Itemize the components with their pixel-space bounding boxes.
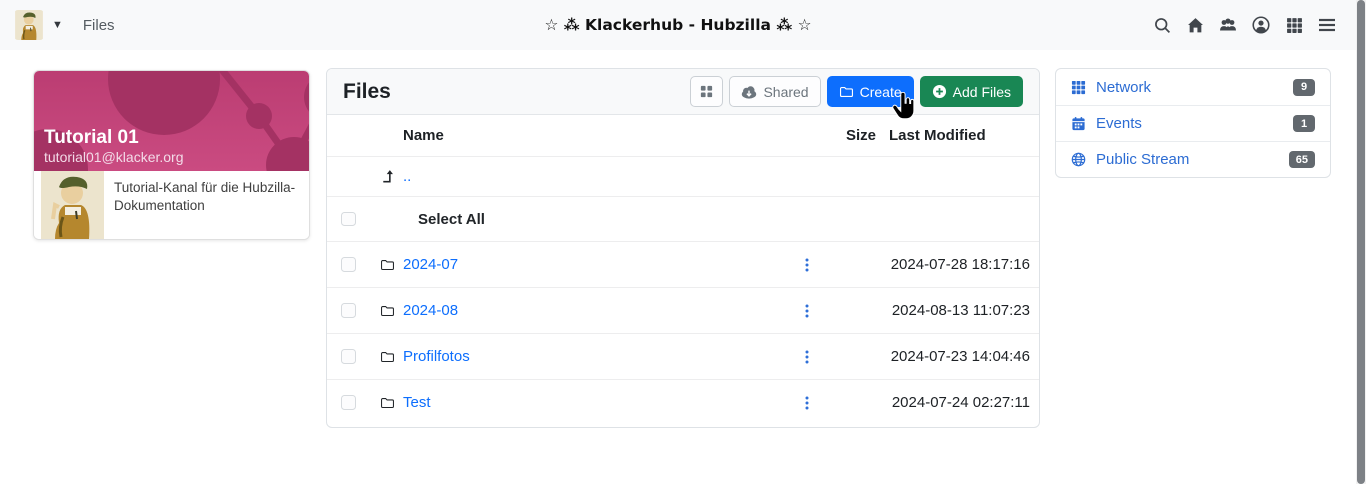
row-menu-icon[interactable] — [794, 258, 820, 272]
shared-button-label: Shared — [763, 83, 809, 100]
table-row: 2024-07 2024-07-28 18:17:16 — [327, 241, 1039, 287]
row-checkbox[interactable] — [341, 303, 356, 318]
scrollbar-thumb[interactable] — [1357, 0, 1365, 484]
row-menu-icon[interactable] — [794, 396, 820, 410]
events-count-badge: 1 — [1293, 115, 1315, 132]
view-toggle-button[interactable] — [690, 76, 724, 107]
sidebar-item-public-stream[interactable]: Public Stream 65 — [1056, 141, 1330, 177]
sidebar-item-label: Network — [1096, 78, 1152, 96]
arrow-up-icon — [380, 169, 403, 184]
add-files-button[interactable]: Add Files — [919, 76, 1023, 107]
activity-widget: Network 9 Events 1 Public Stream 65 — [1055, 68, 1331, 178]
row-checkbox[interactable] — [341, 395, 356, 410]
files-panel: Files Shared Create Add Files Name Size … — [326, 68, 1040, 428]
hamburger-menu-icon[interactable] — [1318, 16, 1336, 34]
row-modified: 2024-07-28 18:17:16 — [890, 256, 1030, 273]
row-menu-icon[interactable] — [794, 304, 820, 318]
page-scrollbar[interactable] — [1356, 0, 1366, 484]
navbar-context-label: Files — [82, 16, 115, 34]
files-panel-header: Files Shared Create Add Files — [327, 69, 1039, 115]
folder-icon — [380, 396, 403, 410]
add-files-button-label: Add Files — [952, 83, 1011, 100]
sidebar-item-label: Events — [1096, 115, 1142, 132]
public-stream-count-badge: 65 — [1288, 151, 1315, 168]
grid-view-icon — [701, 85, 713, 98]
sidebar-item-network[interactable]: Network 9 — [1056, 69, 1330, 105]
search-icon[interactable] — [1153, 16, 1171, 34]
sidebar-item-label: Public Stream — [1096, 151, 1190, 168]
chevron-down-icon[interactable]: ▼ — [52, 19, 63, 31]
folder-icon — [380, 350, 403, 364]
row-modified: 2024-08-13 11:07:23 — [891, 302, 1030, 319]
network-people-icon[interactable] — [1219, 16, 1237, 34]
row-checkbox[interactable] — [341, 257, 356, 272]
row-checkbox[interactable] — [341, 349, 356, 364]
account-person-circle-icon[interactable] — [1252, 16, 1270, 34]
parent-directory-row: .. — [327, 156, 1039, 196]
folder-icon — [839, 86, 853, 97]
top-navbar: ▼ Files ☆ ⁂ Klackerhub - Hubzilla ⁂ ☆ — [0, 0, 1356, 50]
home-icon[interactable] — [1186, 16, 1204, 34]
table-row: Profilfotos 2024-07-23 14:04:46 — [327, 333, 1039, 379]
folder-link[interactable]: 2024-07 — [403, 256, 458, 273]
parent-directory-link[interactable]: .. — [403, 168, 411, 185]
plus-circle-icon — [932, 84, 946, 99]
avatar-image — [15, 10, 43, 40]
globe-icon — [1071, 152, 1087, 168]
channel-address: tutorial01@klacker.org — [44, 149, 184, 165]
folder-link[interactable]: 2024-08 — [403, 302, 458, 319]
channel-profile-photo — [41, 171, 104, 239]
row-menu-icon[interactable] — [794, 350, 820, 364]
shared-button[interactable]: Shared — [729, 76, 821, 107]
column-header-name: Name — [403, 127, 444, 144]
folder-icon — [380, 304, 403, 318]
cloud-download-icon — [742, 85, 757, 99]
create-button-label: Create — [859, 83, 902, 100]
select-all-checkbox[interactable] — [341, 211, 356, 227]
calendar-icon — [1071, 116, 1087, 132]
channel-name: Tutorial 01 — [44, 127, 139, 149]
table-header-row: Name Size Last Modified — [327, 115, 1039, 156]
table-row: 2024-08 2024-08-13 11:07:23 — [327, 287, 1039, 333]
folder-link[interactable]: Test — [403, 394, 431, 411]
select-all-row: Select All — [327, 196, 1039, 241]
sidebar-item-events[interactable]: Events 1 — [1056, 105, 1330, 141]
page: ▼ Files ☆ ⁂ Klackerhub - Hubzilla ⁂ ☆ Tu… — [0, 0, 1366, 484]
channel-card: Tutorial 01 tutorial01@klacker.org Tutor… — [33, 70, 310, 240]
apps-grid-icon[interactable] — [1285, 16, 1303, 34]
select-all-label: Select All — [418, 210, 485, 228]
folder-icon — [380, 258, 403, 272]
channel-description: Tutorial-Kanal für die Hubzilla-Dokument… — [114, 180, 296, 214]
channel-avatar[interactable] — [14, 10, 44, 40]
folder-link[interactable]: Profilfotos — [403, 348, 470, 365]
row-modified: 2024-07-24 02:27:11 — [891, 394, 1030, 411]
table-row: Test 2024-07-24 02:27:11 — [327, 379, 1039, 425]
grid-3x3-icon — [1071, 79, 1087, 95]
column-header-modified: Last Modified — [889, 127, 986, 144]
create-button[interactable]: Create — [826, 76, 914, 107]
page-title: Files — [343, 79, 391, 103]
column-header-size: Size — [845, 127, 876, 144]
channel-banner: Tutorial 01 tutorial01@klacker.org — [34, 71, 309, 171]
network-count-badge: 9 — [1293, 78, 1315, 96]
row-modified: 2024-07-23 14:04:46 — [890, 348, 1030, 365]
